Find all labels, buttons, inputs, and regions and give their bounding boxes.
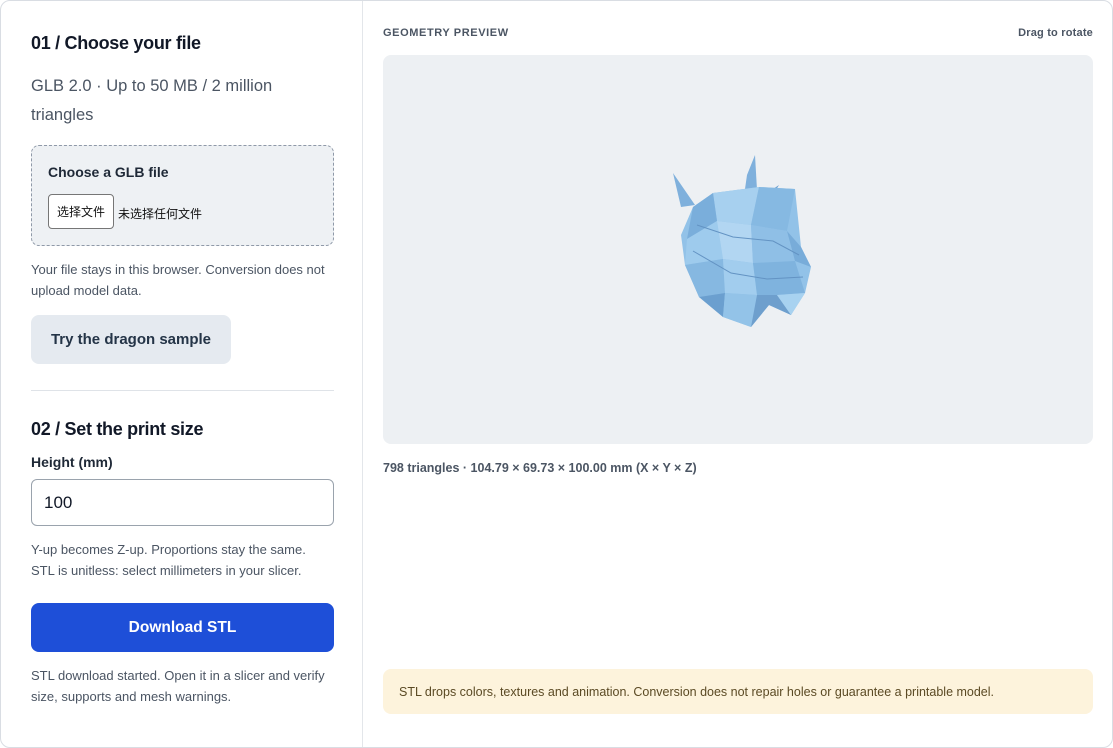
step1-heading: 01 / Choose your file [31, 33, 201, 53]
preview-panel: GEOMETRY PREVIEW Drag to rotate 798 tria… [364, 1, 1112, 747]
axis-note: Y-up becomes Z-up. Proportions stay the … [31, 542, 306, 578]
facet [723, 259, 757, 295]
3d-viewport[interactable] [383, 55, 1093, 444]
conversion-warning: STL drops colors, textures and animation… [383, 669, 1093, 714]
facet [713, 187, 759, 225]
facet [685, 259, 725, 297]
height-label: Height (mm) [31, 454, 113, 470]
choose-file-button[interactable]: 选择文件 [48, 194, 114, 229]
privacy-note: Your file stays in this browser. Convers… [31, 262, 325, 298]
warning-text: STL drops colors, textures and animation… [399, 684, 995, 699]
file-requirements: GLB 2.0 · Up to 50 MB / 2 million triang… [31, 77, 273, 124]
dragon-sample-button[interactable]: Try the dragon sample [31, 315, 231, 364]
height-input[interactable]: 100 [31, 479, 334, 526]
dropzone-label: Choose a GLB file [48, 164, 169, 180]
horn-shape [673, 173, 695, 207]
file-dropzone[interactable]: Choose a GLB file 选择文件 未选择任何文件 [31, 145, 334, 246]
mesh-stats: 798 triangles · 104.79 × 69.73 × 100.00 … [383, 461, 697, 475]
section-divider [31, 390, 334, 391]
download-stl-button[interactable]: Download STL [31, 603, 334, 652]
preview-title: GEOMETRY PREVIEW [383, 27, 509, 39]
download-status: STL download started. Open it in a slice… [31, 668, 325, 704]
drag-hint: Drag to rotate [1018, 27, 1093, 39]
dragon-model[interactable] [383, 55, 1093, 444]
file-status: 未选择任何文件 [118, 207, 203, 221]
step2-heading: 02 / Set the print size [31, 419, 204, 439]
app-frame: 01 / Choose your file GLB 2.0 · Up to 50… [0, 0, 1113, 748]
facet [699, 293, 725, 317]
facet [723, 293, 757, 327]
settings-panel: 01 / Choose your file GLB 2.0 · Up to 50… [1, 1, 363, 747]
